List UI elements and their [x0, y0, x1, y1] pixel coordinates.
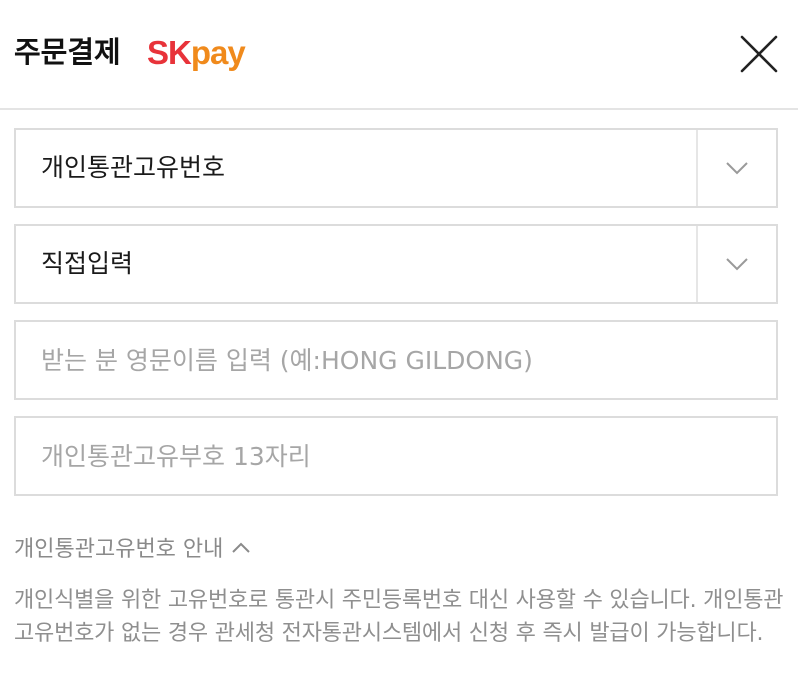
page-title: 주문결제: [14, 35, 121, 69]
input-method-dropdown-toggle[interactable]: [696, 226, 776, 302]
chevron-down-icon: [726, 258, 748, 271]
close-button[interactable]: [732, 27, 786, 81]
brand-pay-text: pay: [190, 34, 246, 71]
guide-description: 개인식별을 위한 고유번호로 통관시 주민등록번호 대신 사용할 수 있습니다.…: [14, 588, 784, 646]
customs-type-select[interactable]: 개인통관고유번호: [14, 128, 778, 208]
guide-toggle-label: 개인통관고유번호 안내: [14, 537, 224, 562]
english-name-input[interactable]: [16, 322, 776, 398]
close-icon: [740, 35, 778, 73]
customs-number-input[interactable]: [16, 418, 776, 494]
customs-number-field[interactable]: [14, 416, 778, 496]
customs-type-dropdown-toggle[interactable]: [696, 130, 776, 206]
sk-pay-logo: SKpay: [147, 30, 246, 76]
input-method-select[interactable]: 직접입력: [14, 224, 778, 304]
chevron-up-icon: [232, 542, 251, 553]
input-method-value: 직접입력: [41, 249, 134, 278]
guide-toggle[interactable]: 개인통관고유번호 안내: [14, 530, 251, 570]
brand-sk-text: SK: [147, 34, 192, 71]
english-name-field[interactable]: [14, 320, 778, 400]
chevron-down-icon: [726, 162, 748, 175]
header: 주문결제 SKpay: [0, 0, 798, 110]
customs-type-value: 개인통관고유번호: [41, 153, 226, 182]
